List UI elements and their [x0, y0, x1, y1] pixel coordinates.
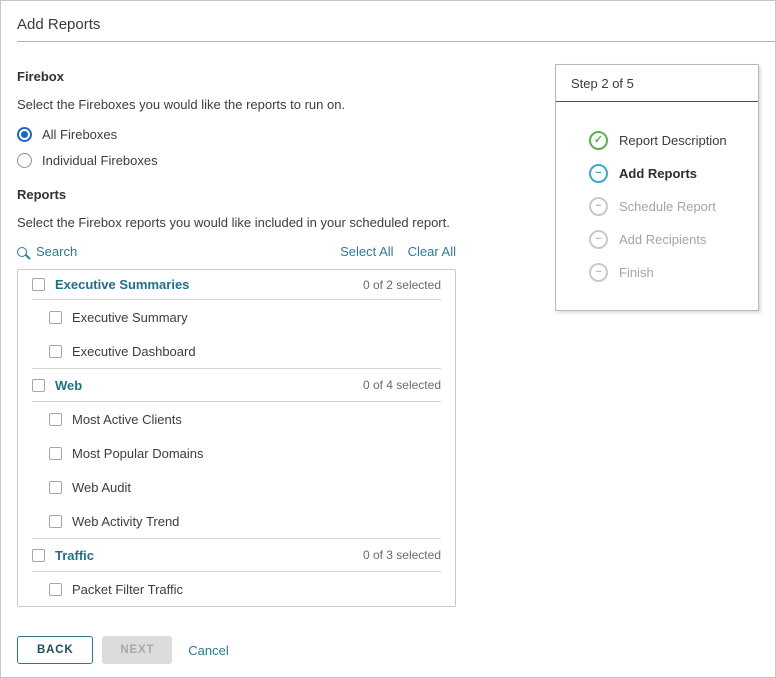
radio-option-individual-fireboxes[interactable]: Individual Fireboxes: [17, 147, 456, 173]
radio-icon[interactable]: [17, 127, 32, 142]
firebox-section-label: Firebox: [17, 69, 456, 84]
step-dash-icon: −: [589, 197, 608, 216]
firebox-section-description: Select the Fireboxes you would like the …: [17, 97, 456, 112]
wizard-step-label: Schedule Report: [619, 199, 716, 214]
report-item-packet-filter-traffic: Packet Filter Traffic: [32, 572, 441, 606]
wizard-step-add-reports: −Add Reports: [556, 157, 758, 190]
report-item-label: Packet Filter Traffic: [72, 582, 183, 597]
radio-icon[interactable]: [17, 153, 32, 168]
radio-dot: [21, 131, 28, 138]
search-icon: [17, 247, 27, 257]
group-checkbox[interactable]: [32, 379, 45, 392]
report-item-web-activity-trend: Web Activity Trend: [32, 504, 441, 538]
wizard-step-label: Finish: [619, 265, 654, 280]
next-button[interactable]: NEXT: [102, 636, 172, 664]
page-title: Add Reports: [17, 1, 456, 35]
wizard-step-schedule-report: −Schedule Report: [556, 190, 758, 223]
report-checkbox[interactable]: [49, 515, 62, 528]
report-item-executive-summary: Executive Summary: [32, 300, 441, 334]
report-group-header: Executive Summaries 0 of 2 selected: [32, 270, 441, 300]
radio-option-all-fireboxes[interactable]: All Fireboxes: [17, 121, 456, 147]
clear-all-link[interactable]: Clear All: [408, 244, 456, 259]
group-checkbox[interactable]: [32, 549, 45, 562]
report-group-header: Web 0 of 4 selected: [32, 369, 441, 402]
wizard-footer: BACK NEXT Cancel: [17, 636, 456, 664]
wizard-step-report-description: ✓ Report Description: [556, 124, 758, 157]
report-item-executive-dashboard: Executive Dashboard: [32, 334, 441, 368]
report-checkbox[interactable]: [49, 583, 62, 596]
wizard-step-label: Add Recipients: [619, 232, 706, 247]
report-item-label: Most Popular Domains: [72, 446, 204, 461]
report-list: Executive Summaries0 of 2 selectedExecut…: [17, 269, 456, 607]
report-list-toolbar: Search Select All Clear All: [17, 244, 456, 259]
report-group-header: Traffic 0 of 3 selected: [32, 539, 441, 572]
group-name-link[interactable]: Web: [55, 378, 82, 393]
report-checkbox[interactable]: [49, 413, 62, 426]
report-group-traffic: Traffic 0 of 3 selected Packet Filter Traf…: [32, 538, 441, 606]
report-checkbox[interactable]: [49, 481, 62, 494]
group-selected-count: 0 of 4 selected: [363, 378, 441, 392]
reports-section-description: Select the Firebox reports you would lik…: [17, 215, 456, 230]
wizard-step-counter: Step 2 of 5: [556, 65, 758, 102]
radio-label: All Fireboxes: [42, 127, 117, 142]
wizard-step-finish: −Finish: [556, 256, 758, 289]
search-link[interactable]: Search: [17, 244, 77, 259]
group-selected-count: 0 of 3 selected: [363, 548, 441, 562]
list-actions: Select All Clear All: [340, 244, 456, 259]
report-item-label: Executive Dashboard: [72, 344, 196, 359]
report-checkbox[interactable]: [49, 345, 62, 358]
report-item-most-popular-domains: Most Popular Domains: [32, 436, 441, 470]
report-item-label: Most Active Clients: [72, 412, 182, 427]
step-complete-check-icon: ✓: [589, 131, 608, 150]
search-label: Search: [36, 244, 77, 259]
report-group-web: Web 0 of 4 selected Most Active Clients Mos…: [32, 368, 441, 538]
wizard-step-label: Report Description: [619, 133, 727, 148]
add-reports-page: Add Reports Firebox Select the Fireboxes…: [0, 0, 776, 678]
group-name-link[interactable]: Traffic: [55, 548, 94, 563]
group-selected-count: 0 of 2 selected: [363, 278, 441, 292]
report-item-label: Web Audit: [72, 480, 131, 495]
group-name-link[interactable]: Executive Summaries: [55, 277, 189, 292]
wizard-step-panel: Step 2 of 5 ✓Report Description−Add Repo…: [555, 64, 759, 311]
back-button[interactable]: BACK: [17, 636, 93, 664]
group-checkbox[interactable]: [32, 278, 45, 291]
wizard-step-list: ✓Report Description−Add Reports−Schedule…: [556, 102, 758, 310]
step-dash-icon: −: [589, 164, 608, 183]
main-content: Add Reports Firebox Select the Fireboxes…: [17, 1, 456, 664]
radio-label: Individual Fireboxes: [42, 153, 158, 168]
report-item-web-audit: Web Audit: [32, 470, 441, 504]
report-item-most-active-clients: Most Active Clients: [32, 402, 441, 436]
report-group-executive-summaries: Executive Summaries0 of 2 selectedExecut…: [32, 270, 441, 368]
step-dash-icon: −: [589, 230, 608, 249]
report-item-label: Executive Summary: [72, 310, 188, 325]
firebox-radio-group: All Fireboxes Individual Fireboxes: [17, 121, 456, 173]
select-all-link[interactable]: Select All: [340, 244, 393, 259]
reports-section-label: Reports: [17, 187, 456, 202]
wizard-step-add-recipients: −Add Recipients: [556, 223, 758, 256]
report-checkbox[interactable]: [49, 311, 62, 324]
step-dash-icon: −: [589, 263, 608, 282]
wizard-step-label: Add Reports: [619, 166, 697, 181]
report-item-label: Web Activity Trend: [72, 514, 179, 529]
report-checkbox[interactable]: [49, 447, 62, 460]
cancel-link[interactable]: Cancel: [188, 643, 228, 658]
